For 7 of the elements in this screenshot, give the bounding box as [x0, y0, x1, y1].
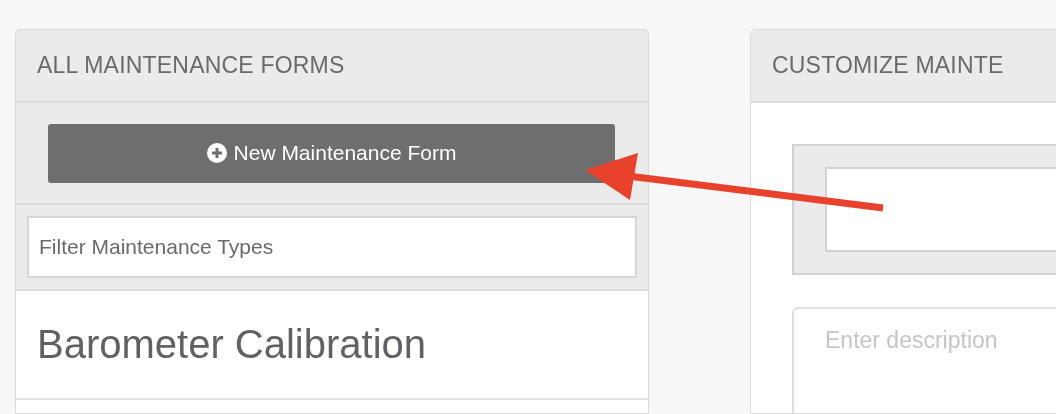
description-placeholder: Enter description [825, 327, 998, 353]
panel-title: CUSTOMIZE MAINTE [772, 52, 1004, 79]
panel-title: ALL MAINTENANCE FORMS [37, 52, 345, 79]
plus-circle-icon [206, 143, 227, 163]
filter-field[interactable]: Filter Maintenance Types [27, 216, 637, 278]
new-form-button[interactable]: New Maintenance Form [48, 123, 615, 183]
form-list-item[interactable]: Barometer Calibration [16, 291, 648, 400]
